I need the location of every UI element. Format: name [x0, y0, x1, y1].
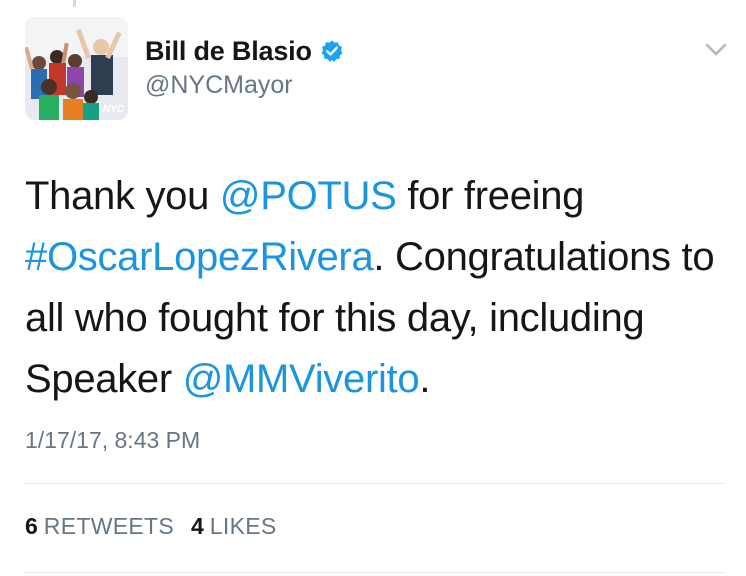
likes-stat[interactable]: 4 LIKES	[191, 513, 277, 540]
retweets-stat[interactable]: 6 RETWEETS	[25, 513, 174, 540]
tweet-text-segment: for freeing	[396, 174, 585, 218]
author-handle[interactable]: @NYCMayor	[145, 71, 293, 100]
engagement-stats: 6 RETWEETS 4 LIKES	[25, 513, 277, 540]
divider	[25, 572, 725, 573]
author-name[interactable]: Bill de Blasio	[145, 36, 312, 67]
hashtag-link[interactable]: #OscarLopezRivera	[25, 235, 374, 279]
mention-link[interactable]: @MMViverito	[183, 357, 420, 401]
tweet-text: Thank you @POTUS for freeing #OscarLopez…	[25, 166, 725, 410]
tweet-timestamp[interactable]: 1/17/17, 8:43 PM	[25, 427, 200, 454]
author-name-row[interactable]: Bill de Blasio	[145, 36, 344, 66]
retweets-count: 6	[25, 513, 38, 539]
tweet-text-segment: .	[419, 357, 431, 401]
tweet-text-segment: Thank you	[25, 174, 220, 218]
avatar[interactable]: NYC	[25, 17, 128, 120]
likes-label: LIKES	[209, 513, 277, 539]
mention-link[interactable]: @POTUS	[220, 174, 397, 218]
retweets-label: RETWEETS	[43, 513, 174, 539]
thread-connector-line	[73, 0, 76, 7]
chevron-down-icon[interactable]	[704, 42, 728, 58]
avatar-nyc-badge: NYC	[102, 104, 124, 115]
verified-badge-icon	[320, 39, 344, 63]
divider	[25, 483, 725, 484]
likes-count: 4	[190, 513, 204, 539]
